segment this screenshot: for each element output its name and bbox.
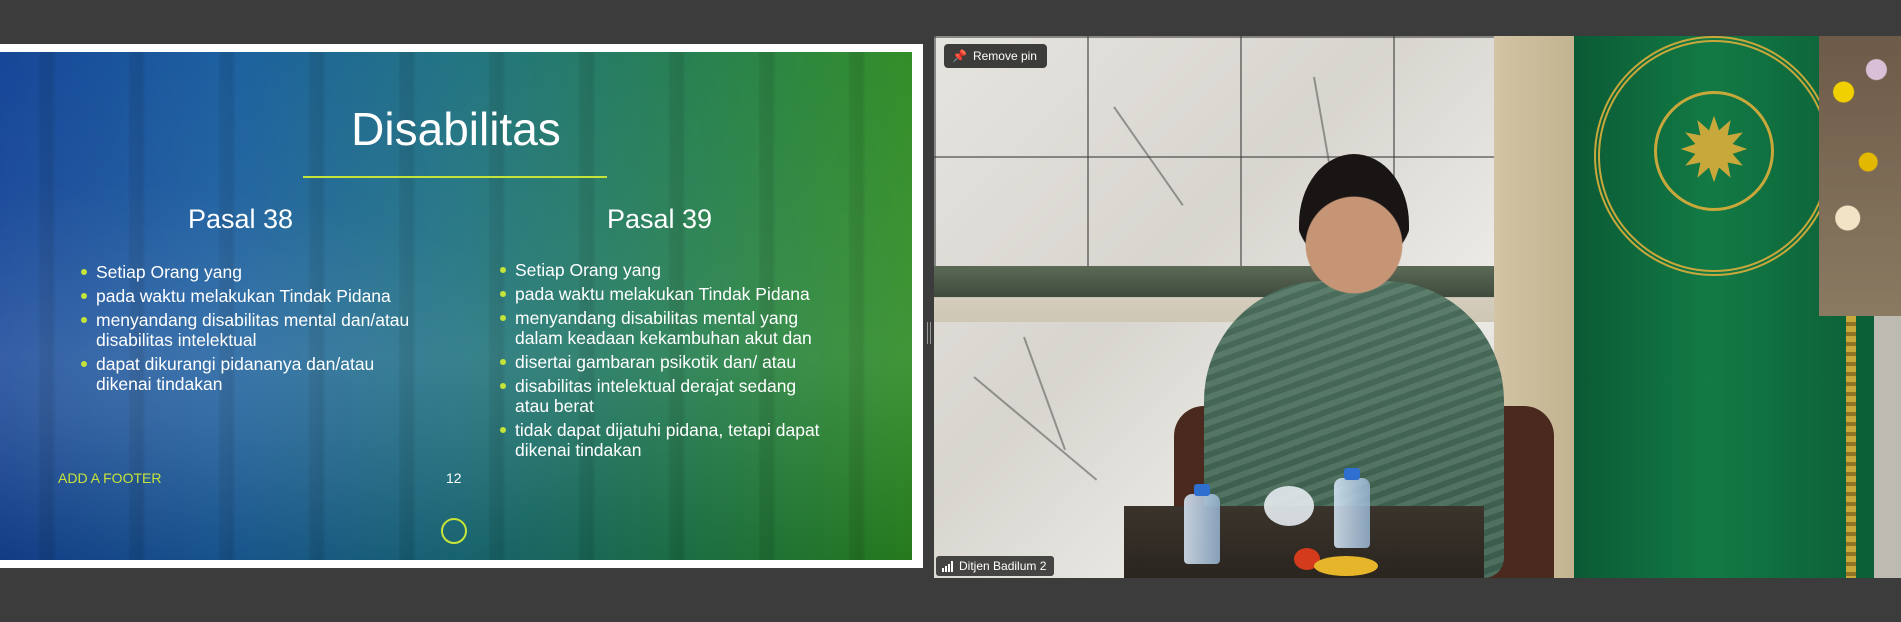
presentation-slide: Disabilitas Pasal 38 Setiap Orang yang p… — [0, 52, 912, 560]
list-item: Setiap Orang yang — [499, 260, 829, 280]
list-item: pada waktu melakukan Tindak Pidana — [80, 286, 410, 306]
pin-icon: 📌 — [952, 49, 967, 63]
glass-jar — [1264, 486, 1314, 526]
water-bottle — [1334, 468, 1370, 548]
list-item: Setiap Orang yang — [80, 262, 410, 282]
slide-page-number: 12 — [446, 470, 462, 486]
shared-screen-panel: Disabilitas Pasal 38 Setiap Orang yang p… — [0, 44, 923, 568]
panel-resize-handle[interactable] — [927, 322, 931, 344]
title-underline — [303, 176, 607, 178]
left-column-heading: Pasal 38 — [188, 204, 294, 234]
right-bullet-list: Setiap Orang yang pada waktu melakukan T… — [499, 260, 829, 464]
list-item: pada waktu melakukan Tindak Pidana — [499, 284, 829, 304]
slide-nav-circle-icon — [441, 518, 467, 544]
participant-name-tag: Ditjen Badilum 2 — [936, 556, 1055, 576]
list-item: menyandang disabilitas mental dan/atau d… — [80, 310, 410, 350]
list-item: disertai gambaran psikotik dan/ atau — [499, 352, 829, 372]
participant-name: Ditjen Badilum 2 — [959, 559, 1047, 573]
list-item: dapat dikurangi pidananya dan/atau diken… — [80, 354, 410, 394]
participant-video-tile[interactable]: ✹ 📌 Remove pin Ditjen Badilum 2 — [934, 36, 1901, 578]
signal-strength-icon — [942, 560, 953, 572]
meeting-stage: Disabilitas Pasal 38 Setiap Orang yang p… — [0, 0, 1901, 622]
flower-arrangement — [1819, 36, 1901, 316]
slide-footer: ADD A FOOTER — [58, 470, 162, 486]
right-column-heading: Pasal 39 — [607, 204, 713, 234]
left-bullet-list: Setiap Orang yang pada waktu melakukan T… — [80, 262, 410, 398]
remove-pin-button[interactable]: 📌 Remove pin — [944, 44, 1047, 68]
list-item: disabilitas intelektual derajat sedang a… — [499, 376, 829, 416]
water-bottle — [1184, 484, 1220, 564]
remove-pin-label: Remove pin — [972, 49, 1037, 63]
list-item: tidak dapat dijatuhi pidana, tetapi dapa… — [499, 420, 829, 460]
list-item: menyandang disabilitas mental yang dalam… — [499, 308, 829, 348]
slide-title: Disabilitas — [351, 103, 561, 155]
